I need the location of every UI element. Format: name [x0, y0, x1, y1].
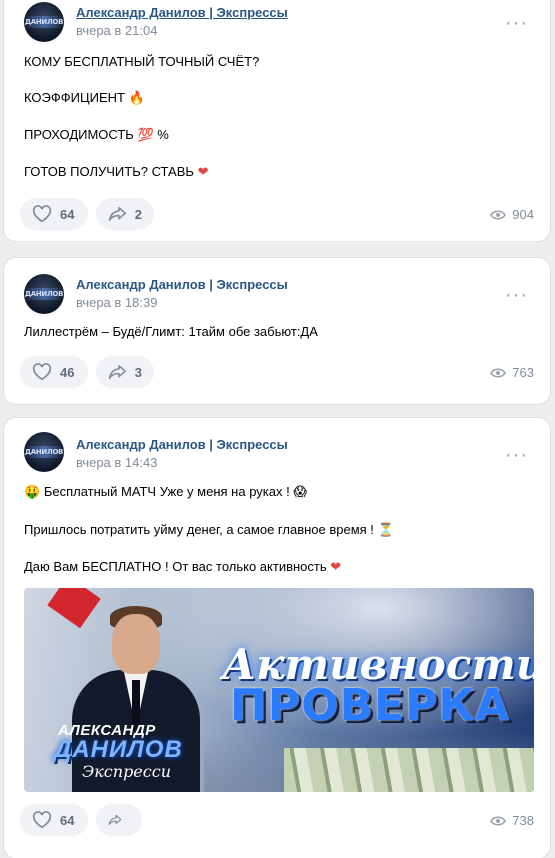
post-time[interactable]: вчера в 14:43	[76, 455, 157, 470]
money-pile	[284, 748, 534, 792]
author-avatar[interactable]: ДАНИЛОВ	[24, 274, 64, 314]
eye-icon	[490, 815, 507, 826]
post-text-line: 🤑 Бесплатный МАТЧ Уже у меня на руках ! …	[24, 484, 307, 500]
like-button[interactable]: 46	[20, 356, 88, 388]
banner-title-main: ПРОВЕРКА	[230, 680, 511, 731]
post-author-link[interactable]: Александр Данилов | Экспрессы	[76, 277, 288, 292]
post-image[interactable]: АЛЕКСАНДР ДАНИЛОВ Экспресси Активности П…	[24, 588, 534, 792]
like-button[interactable]: 64	[20, 198, 88, 230]
like-count: 64	[60, 812, 75, 828]
like-button[interactable]: 64	[20, 804, 88, 836]
views-counter: 904	[490, 207, 534, 222]
post-text-line: КОЭФФИЦИЕНТ 🔥	[24, 90, 145, 106]
views-counter: 738	[490, 813, 534, 828]
money-face-icon: 🤑	[24, 485, 41, 500]
author-avatar[interactable]: ДАНИЛОВ	[24, 2, 64, 42]
post-text-line: Даю Вам БЕСПЛАТНО ! От вас только активн…	[24, 559, 342, 575]
post-author-link[interactable]: Александр Данилов | Экспрессы	[76, 437, 288, 452]
share-button[interactable]: 2	[96, 198, 154, 230]
post-time[interactable]: вчера в 18:39	[76, 295, 157, 310]
share-count: 2	[134, 206, 142, 222]
post-text-line: Лиллестрём – Будё/Глимт: 1тайм обе забью…	[24, 324, 318, 339]
more-options-icon[interactable]: ···	[505, 285, 528, 305]
share-icon	[108, 364, 126, 380]
eye-icon	[490, 209, 507, 220]
hourglass-icon: ⏳	[377, 523, 394, 538]
post-text-line: КОМУ БЕСПЛАТНЫЙ ТОЧНЫЙ СЧЁТ?	[24, 54, 260, 69]
eye-icon	[490, 367, 507, 378]
post-3: ДАНИЛОВ Александр Данилов | Экспрессы вч…	[4, 418, 550, 858]
like-icon	[32, 811, 52, 829]
share-icon	[108, 814, 122, 826]
more-options-icon[interactable]: ···	[505, 13, 528, 33]
banner-name-sub: Экспресси	[82, 762, 171, 781]
like-icon	[32, 205, 52, 223]
author-avatar[interactable]: ДАНИЛОВ	[24, 432, 64, 472]
share-icon	[108, 206, 126, 222]
heart-icon: ❤	[330, 560, 342, 575]
heart-icon: ❤	[197, 165, 209, 180]
hundred-icon: 💯	[137, 128, 154, 143]
post-time[interactable]: вчера в 21:04	[76, 23, 157, 38]
like-count: 46	[60, 364, 75, 380]
share-count: 3	[134, 364, 142, 380]
scream-icon: 😱	[293, 485, 307, 500]
post-2: ДАНИЛОВ Александр Данилов | Экспрессы вч…	[4, 258, 550, 404]
share-button[interactable]: 3	[96, 356, 154, 388]
like-icon	[32, 363, 52, 381]
more-options-icon[interactable]: ···	[505, 445, 528, 465]
views-counter: 763	[490, 365, 534, 380]
fire-icon: 🔥	[128, 91, 145, 106]
banner-name-main: ДАНИЛОВ	[54, 736, 183, 763]
post-text-line: ПРОХОДИМОСТЬ 💯 %	[24, 127, 169, 143]
post-text-line: ГОТОВ ПОЛУЧИТЬ? СТАВЬ ❤	[24, 164, 209, 180]
post-1: ДАНИЛОВ Александр Данилов | Экспрессы вч…	[4, 0, 550, 241]
like-count: 64	[60, 206, 75, 222]
share-button[interactable]	[96, 804, 142, 836]
post-text-line: Пришлось потратить уйму денег, а самое г…	[24, 522, 394, 538]
post-author-link[interactable]: Александр Данилов | Экспрессы	[76, 5, 288, 20]
